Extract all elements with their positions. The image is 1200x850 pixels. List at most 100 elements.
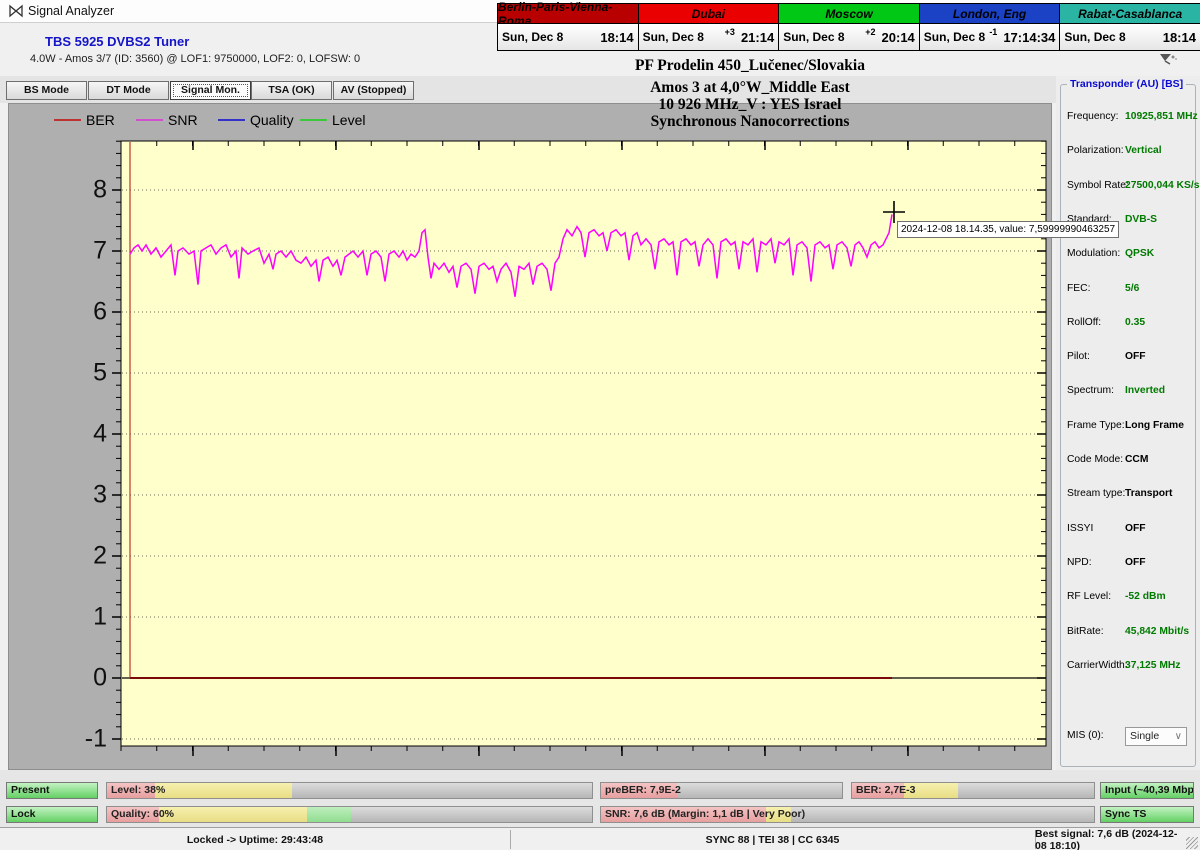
clock-time-row: Sun, Dec 8 18:14 <box>498 24 638 50</box>
station-line-2: Amos 3 at 4,0°W_Middle East <box>650 79 850 96</box>
tp-label: CarrierWidth: <box>1067 659 1128 671</box>
tp-row-stream-type-: Stream type: Transport <box>1061 488 1195 502</box>
legend-line-icon <box>136 119 163 121</box>
bottom-statusbar: Locked -> Uptime: 29:43:48 SYNC 88 | TEI… <box>0 827 1200 850</box>
tp-value: 37,125 MHz <box>1125 659 1181 671</box>
mis-value: Single <box>1130 730 1160 742</box>
input-badge: Input (~40,39 Mbps) <box>1100 782 1194 799</box>
tp-row-rolloff-: RollOff: 0.35 <box>1061 317 1195 331</box>
dish-logo-icon <box>1160 54 1177 65</box>
world-clocks: Berlin-Paris-Vienna-Roma Sun, Dec 8 18:14 D… <box>497 0 1200 51</box>
station-info: PF Prodelin 450_Lučenec/Slovakia Amos 3 … <box>400 57 1100 130</box>
clock-0: Berlin-Paris-Vienna-Roma Sun, Dec 8 18:14 <box>498 0 639 50</box>
tp-value: OFF <box>1125 556 1146 568</box>
tp-value: 27500,044 KS/s <box>1125 179 1200 191</box>
chart-panel: BER SNR Quality Level -1 0 1 2 3 4 5 6 7 8 <box>8 103 1052 770</box>
tab-dt-mode[interactable]: DT Mode <box>88 81 169 100</box>
tp-value: Inverted <box>1125 385 1166 397</box>
clock-city: Dubai <box>638 4 779 24</box>
legend-ber: BER <box>54 112 134 128</box>
tp-label: NPD: <box>1067 556 1092 568</box>
preber-label: preBER: 7,9E-2 <box>605 784 681 796</box>
tp-label: Symbol Rate: <box>1067 179 1129 191</box>
tp-value: QPSK <box>1125 248 1155 260</box>
svg-text:2: 2 <box>93 542 107 570</box>
tp-label: Code Mode: <box>1067 454 1124 465</box>
window-title: Signal Analyzer <box>28 4 115 18</box>
clock-time-row: Sun, Dec 8 +2 20:14 <box>779 24 919 50</box>
clock-4: Rabat-Casablanca Sun, Dec 8 18:14 <box>1060 4 1200 50</box>
sync-counters: SYNC 88 | TEI 38 | CC 6345 <box>705 833 840 846</box>
legend-line-icon <box>54 119 81 121</box>
tp-label: Polarization: <box>1067 145 1124 157</box>
tab-tsa-ok-[interactable]: TSA (OK) <box>251 81 332 100</box>
quality-bar: Quality: 60% <box>106 806 593 823</box>
clock-city: Moscow <box>779 4 919 24</box>
ber-bar: BER: 2,7E-3 <box>851 782 1095 799</box>
station-line-1: PF Prodelin 450_Lučenec/Slovakia <box>635 57 865 74</box>
legend-line-icon <box>300 119 327 121</box>
mis-select[interactable]: Single ∨ <box>1125 727 1187 746</box>
tp-row-spectrum-: Spectrum: Inverted <box>1061 385 1195 399</box>
transponder-panel: Transponder (AU) [BS] Frequency: 10925,85… <box>1056 76 1200 770</box>
tp-row-fec-: FEC: 5/6 <box>1061 283 1195 297</box>
tp-value: 0.35 <box>1125 316 1146 328</box>
tp-value: OFF <box>1125 351 1146 363</box>
tp-value: Long Frame <box>1125 419 1184 431</box>
tp-row-rf-level-: RF Level: -52 dBm <box>1061 591 1195 605</box>
tp-row-pilot-: Pilot: OFF <box>1061 351 1195 365</box>
tp-label: Frame Type: <box>1067 419 1125 431</box>
ber-label: BER: 2,7E-3 <box>856 784 916 796</box>
legend-quality: Quality <box>218 112 298 128</box>
app-icon <box>9 4 23 18</box>
clock-3: London, Eng Sun, Dec 8 -1 17:14:34 <box>919 4 1061 50</box>
tp-label: BitRate: <box>1067 625 1104 637</box>
snr-label: SNR: 7,6 dB (Margin: 1,1 dB | Very Poor) <box>605 808 806 820</box>
svg-text:3: 3 <box>93 481 107 509</box>
clock-time-row: Sun, Dec 8 +3 21:14 <box>638 24 779 50</box>
svg-text:0: 0 <box>93 664 107 692</box>
quality-label: Quality: 60% <box>111 808 175 820</box>
svg-text:4: 4 <box>93 420 107 448</box>
tp-value: OFF <box>1125 522 1146 534</box>
svg-text:6: 6 <box>93 298 107 326</box>
tp-label: Stream type: <box>1067 488 1126 500</box>
tp-label: FEC: <box>1067 282 1091 294</box>
tp-row-symbol-rate-: Symbol Rate: 27500,044 KS/s <box>1061 179 1199 194</box>
present-badge: Present <box>6 782 98 799</box>
tp-value: -52 dBm <box>1125 591 1166 603</box>
tp-value: CCM <box>1125 454 1149 465</box>
tp-value: 45,842 Mbit/s <box>1125 625 1190 637</box>
tp-row-frame-type-: Frame Type: Long Frame <box>1061 420 1195 434</box>
transponder-group: Transponder (AU) [BS] Frequency: 10925,85… <box>1060 78 1199 767</box>
uptime-status: Locked -> Uptime: 29:43:48 <box>186 833 324 846</box>
preber-bar: preBER: 7,9E-2 <box>600 782 843 799</box>
clock-2: Moscow Sun, Dec 8 +2 20:14 <box>779 4 920 50</box>
tuner-detail: 4.0W - Amos 3/7 (ID: 3560) @ LOF1: 97500… <box>30 53 361 65</box>
tp-row-bitrate-: BitRate: 45,842 Mbit/s <box>1061 626 1195 640</box>
clock-city: Berlin-Paris-Vienna-Roma <box>498 0 638 28</box>
tp-label: RF Level: <box>1067 591 1112 603</box>
station-line-4: Synchronous Nanocorrections <box>650 113 850 130</box>
signal-analyzer-window: Signal Analyzer Berlin-Paris-Vienna-Roma… <box>0 0 1200 850</box>
svg-text:7: 7 <box>93 237 107 265</box>
tab-bs-mode[interactable]: BS Mode <box>6 81 87 100</box>
tp-value: 5/6 <box>1125 282 1140 294</box>
clock-time-row: Sun, Dec 8 -1 17:14:34 <box>919 24 1060 50</box>
level-bar: Level: 38% <box>106 782 593 799</box>
tp-label: RollOff: <box>1067 316 1102 328</box>
mis-row: MIS (0): Single ∨ <box>1061 727 1195 746</box>
svg-text:8: 8 <box>93 176 107 204</box>
tp-row-issyi: ISSYI OFF <box>1061 523 1195 537</box>
tp-value: Vertical <box>1125 145 1162 157</box>
tp-label: Pilot: <box>1067 351 1090 363</box>
tab-signal-mon-[interactable]: Signal Mon. <box>170 81 251 100</box>
tp-row-modulation-: Modulation: QPSK <box>1061 248 1195 262</box>
tp-row-polarization-: Polarization: Vertical <box>1061 145 1195 159</box>
level-label: Level: 38% <box>111 784 166 796</box>
svg-text:1: 1 <box>93 603 107 631</box>
legend-level: Level <box>300 112 380 128</box>
resize-grip[interactable] <box>1186 837 1198 849</box>
tp-label: Spectrum: <box>1067 385 1114 397</box>
tp-row-npd-: NPD: OFF <box>1061 557 1195 571</box>
